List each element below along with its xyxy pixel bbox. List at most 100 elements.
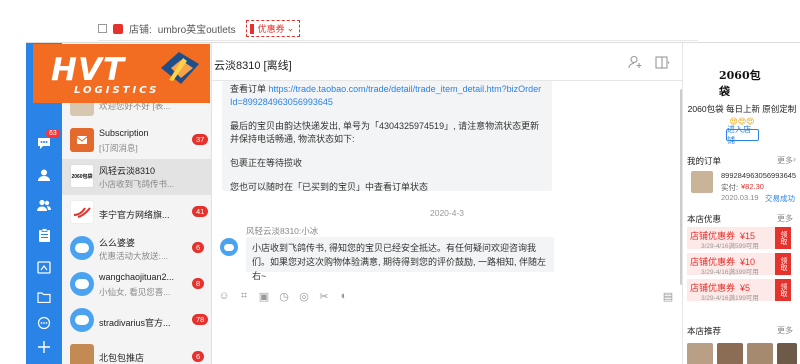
recommend-more-link[interactable]: 更多 [777,325,793,336]
add-icon[interactable] [34,337,54,357]
avatar [70,128,94,152]
conversation-title: Subscription [99,128,149,138]
claim-coupon-button[interactable]: 领取 [775,227,791,249]
recommended-product[interactable] [777,343,797,364]
order-thumbnail[interactable] [691,171,713,193]
unread-count: 41 [192,206,209,217]
coupon-card: 店铺优惠券 ¥15 3/29-4/16满599可用 领取 [687,227,791,250]
bubble-icon [224,243,234,251]
avatar [70,344,94,364]
order-link-id[interactable]: Id=899284963056993645 [230,97,333,107]
coupon-card: 店铺优惠券 ¥10 3/29-4/16满399可用 领取 [687,253,791,276]
brand-name: HVT [51,52,126,88]
coupon-expiry: 3/29-4/16满199可用 [701,295,759,302]
unread-count: 8 [192,278,205,289]
coupons-more-link[interactable]: 更多 [777,213,793,224]
chat-panel: 云淡8310 [离线] 查看订单 https://trade.taobao.co… [212,43,683,364]
shop-label: 店铺: [129,25,152,36]
shop-row: 店铺: umbro英宝outlets 优惠券 ⌄ [98,20,301,37]
coupon-card: 店铺优惠券 ¥5 3/29-4/16满199可用 领取 [687,279,791,302]
transfer-icon[interactable]: ◐ [338,290,350,302]
shipping-notice: 最后的宝贝由韵达快递发出, 单号为「4304325974519」, 请注意物流状… [230,121,540,144]
claim-coupon-button[interactable]: 领取 [775,279,791,301]
conversation-preview: 小店收到飞鸽传书... [99,179,175,189]
screenshot-icon[interactable]: ⌗ [238,290,250,302]
contact-icon[interactable] [34,165,54,185]
conversation-title: 李宁官方网络旗... [99,210,170,220]
enter-shop-button[interactable]: 进入店铺 [726,125,759,145]
coupon-dropdown[interactable]: 优惠券 ⌄ [245,20,301,37]
unread-count: 78 [192,314,209,325]
image-icon[interactable]: ▣ [258,290,270,303]
conversation-preview: [订阅消息] [99,143,138,153]
history-icon[interactable]: ◷ [278,290,290,303]
shop-icon [113,23,123,34]
check-order-hint: 您也可以随时在「已买到的宝贝」中查看订单状态 [230,182,429,192]
unread-badge: 63 [46,129,60,138]
conversation-title: stradivarius官方... [99,318,171,328]
list-item[interactable]: Subscription [订阅消息] 37 [62,123,211,159]
conversation-title: wangchaojituan2... [99,272,175,282]
scissors-icon[interactable]: ✂ [318,290,330,303]
list-item[interactable]: stradivarius官方... 78 [62,303,211,339]
bubble-icon [75,315,89,325]
recommended-product[interactable] [747,343,773,364]
chat-log-icon[interactable]: ▤ [662,290,674,303]
order-id[interactable]: 899284963056993645 [721,171,797,180]
shipping-status: 包裹正在等待揽收 [230,158,303,168]
order-date: 2020.03.19 [721,193,759,202]
list-item[interactable]: 李宁官方网络旗... 41 [62,195,211,231]
list-item[interactable]: 2060包袋 风轻云淡8310 小店收到飞鸽传书... [62,159,211,195]
conversation-title: 么么婆婆 [99,238,136,248]
avatar: 2060包袋 [70,164,94,188]
bubble-icon [75,243,89,253]
background-page: 店铺: umbro英宝outlets 优惠券 ⌄ [0,0,800,42]
shop-description: 2060包袋 每日上新 原创定制 [687,104,797,114]
recommend-title: 本店推荐 [687,326,722,336]
chevron-down-icon: ⌄ [286,23,295,33]
more-icon[interactable] [34,313,54,333]
emoji-icon[interactable]: ☺ [218,290,230,302]
claim-coupon-button[interactable]: 领取 [775,253,791,275]
shop-sidebar: 2060包袋 2060包袋 每日上新 原创定制 😍😍😍 进入店铺 我的订单 更多… [682,43,800,364]
avatar [70,308,94,332]
orders-title: 我的订单 [687,156,722,166]
brand-logo: HVT LOGISTICS [33,44,210,103]
order-icon[interactable] [34,225,54,245]
conversation-preview: 优惠活动大放送:... [99,251,168,261]
brand-tagline: LOGISTICS [74,85,160,96]
order-paid-label: 实付: [721,183,739,192]
order-amount: ¥82.30 [741,182,764,191]
coupon-expiry: 3/29-4/16满599可用 [701,243,759,250]
delivery-message: 小店收到飞鸽传书, 得知您的宝贝已经安全抵达。有任何疑问欢迎咨询我们。如果您对这… [246,237,554,281]
file-icon[interactable] [34,287,54,307]
coupon-label: 优惠券 [257,24,285,34]
recommended-product[interactable] [687,343,713,364]
orders-more-link[interactable]: 更多 [777,155,793,166]
recommended-product[interactable] [717,343,743,364]
unread-count: 6 [192,351,205,362]
avatar [70,236,94,260]
view-order-label: 查看订单 [230,84,267,94]
shake-icon[interactable]: ◎ [298,290,310,303]
unread-count: 37 [192,134,209,145]
order-link[interactable]: https://trade.taobao.com/trade/detail/tr… [269,84,542,94]
layout-toggle-icon[interactable] [655,55,670,69]
shop-name[interactable]: umbro英宝outlets [158,21,236,36]
shop-checkbox[interactable] [98,24,107,33]
list-item[interactable]: 么么婆婆 优惠活动大放送:... 6 [62,231,211,267]
shop-icon[interactable] [34,257,54,277]
order-notification-message: 查看订单 https://trade.taobao.com/trade/deta… [222,81,552,192]
group-icon[interactable] [34,195,54,215]
brand-mark-icon [161,52,199,84]
list-item[interactable]: wangchaojituan2... 小仙女, 看见您喜... 8 [62,267,211,303]
conversation-title: 北包包推店 [99,353,145,363]
divider [98,40,698,41]
avatar [70,272,94,296]
add-contact-icon[interactable] [628,55,643,69]
list-item[interactable]: 北包包推店 6 [62,339,211,364]
coupon-flag-icon [249,23,254,34]
sender-name: 风轻云淡8310:小冰 [246,226,319,236]
coupon-expiry: 3/29-4/16满399可用 [701,269,759,276]
bubble-icon [75,279,89,289]
